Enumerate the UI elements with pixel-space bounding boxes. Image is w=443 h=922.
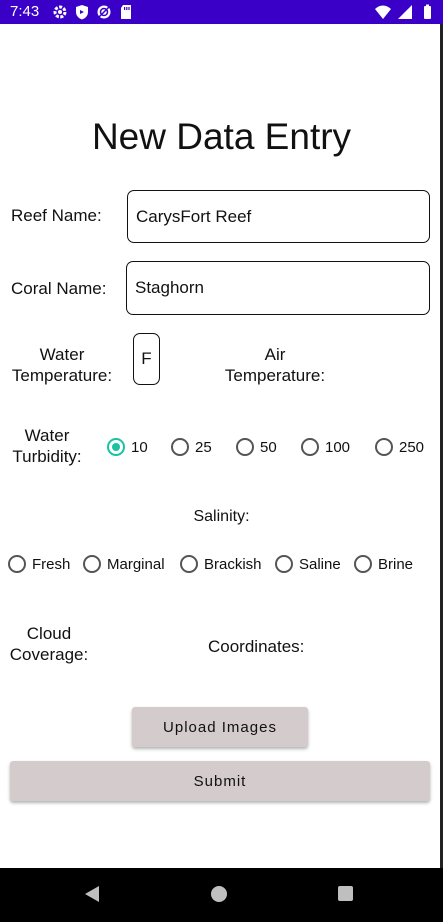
home-icon[interactable]: [211, 886, 227, 902]
submit-button[interactable]: Submit: [10, 761, 430, 801]
turbidity-option-25[interactable]: 25: [171, 438, 212, 456]
recent-apps-icon[interactable]: [338, 886, 353, 901]
turbidity-option-250[interactable]: 250: [375, 438, 424, 456]
salinity-option-saline[interactable]: Saline: [275, 555, 341, 573]
status-time: 7:43: [10, 3, 40, 20]
sd-card-icon: [121, 5, 131, 19]
signal-icon: [398, 5, 412, 19]
salinity-option-marginal[interactable]: Marginal: [83, 555, 165, 573]
back-icon[interactable]: [84, 885, 100, 903]
turbidity-option-label: 250: [399, 438, 425, 456]
water-turbidity-label-line1: Water: [24, 426, 70, 445]
coral-name-input[interactable]: Staghorn: [126, 261, 430, 315]
salinity-option-label: Fresh: [32, 555, 71, 573]
salinity-option-fresh[interactable]: Fresh: [8, 555, 70, 573]
turbidity-option-10[interactable]: 10: [107, 438, 148, 456]
water-turbidity-label-line2: Turbidity:: [12, 447, 82, 466]
air-temperature-label: Air Temperature:: [218, 344, 332, 386]
radio-checked-icon: [107, 438, 125, 456]
water-temperature-label-line1: Water: [39, 345, 85, 364]
radio-unchecked-icon: [83, 555, 101, 573]
radio-unchecked-icon: [354, 555, 372, 573]
radio-unchecked-icon: [171, 438, 189, 456]
radio-unchecked-icon: [236, 438, 254, 456]
salinity-option-label: Saline: [299, 555, 341, 573]
radio-unchecked-icon: [301, 438, 319, 456]
navigation-bar: [0, 868, 443, 922]
salinity-option-brine[interactable]: Brine: [354, 555, 413, 573]
turbidity-option-label: 10: [131, 438, 148, 456]
air-temperature-label-line1: Air: [264, 345, 286, 364]
coordinates-label: Coordinates:: [208, 637, 305, 656]
coral-name-label: Coral Name:: [11, 279, 107, 298]
salinity-option-label: Brackish: [204, 555, 262, 573]
turbidity-option-100[interactable]: 100: [301, 438, 350, 456]
salinity-option-label: Marginal: [107, 555, 165, 573]
radio-unchecked-icon: [375, 438, 393, 456]
water-temperature-input[interactable]: F: [133, 333, 160, 385]
radio-unchecked-icon: [8, 555, 26, 573]
cloud-coverage-label-line2: Coverage:: [9, 645, 89, 664]
reef-name-value: CarysFort Reef: [136, 206, 252, 226]
upload-images-button[interactable]: Upload Images: [132, 707, 308, 747]
wifi-icon: [375, 5, 391, 19]
battery-icon: [424, 4, 431, 19]
turbidity-option-50[interactable]: 50: [236, 438, 277, 456]
reef-name-input[interactable]: CarysFort Reef: [127, 190, 430, 243]
reef-name-label: Reef Name:: [11, 206, 102, 225]
status-bar: 7:43: [0, 0, 443, 24]
salinity-option-brackish[interactable]: Brackish: [180, 555, 262, 573]
water-temperature-value: F: [141, 349, 152, 368]
coral-name-value: Staghorn: [135, 278, 204, 297]
salinity-option-label: Brine: [378, 555, 414, 573]
page-title: New Data Entry: [91, 116, 352, 157]
water-temperature-label: Water Temperature:: [6, 344, 118, 386]
water-temperature-label-line2: Temperature:: [11, 366, 113, 385]
turbidity-option-label: 50: [260, 438, 277, 456]
cloud-coverage-label: Cloud Coverage:: [4, 623, 94, 665]
sync-icon: [97, 5, 111, 19]
water-turbidity-label: Water Turbidity:: [4, 425, 90, 467]
radio-unchecked-icon: [180, 555, 198, 573]
turbidity-option-label: 100: [325, 438, 351, 456]
salinity-label: Salinity:: [193, 508, 250, 525]
turbidity-option-label: 25: [195, 438, 212, 456]
radio-unchecked-icon: [275, 555, 293, 573]
cloud-coverage-label-line1: Cloud: [26, 624, 72, 643]
shield-icon: [76, 5, 88, 20]
air-temperature-label-line2: Temperature:: [224, 366, 326, 385]
settings-icon: [53, 5, 67, 19]
